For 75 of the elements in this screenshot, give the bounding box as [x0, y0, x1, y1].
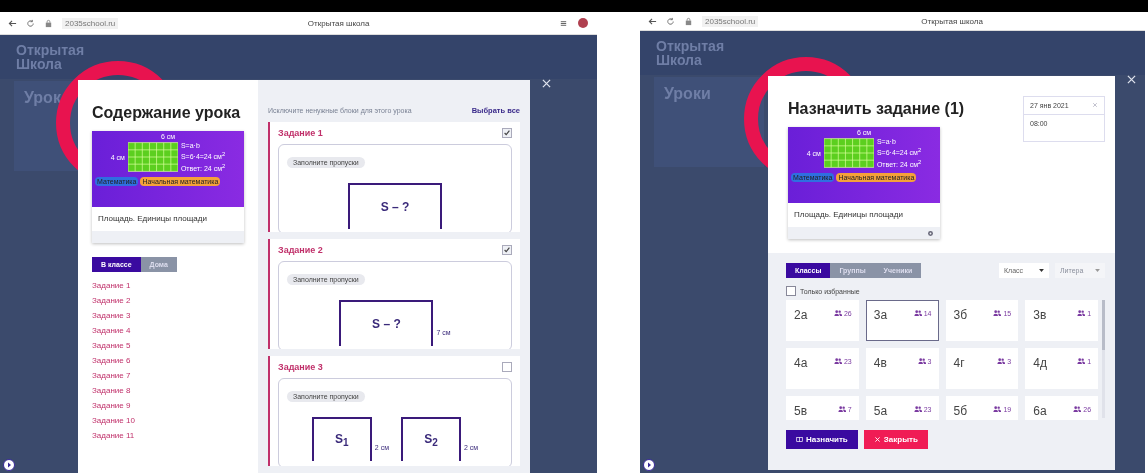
area-label: S – ?	[372, 317, 401, 331]
task-link[interactable]: Задание 8	[92, 386, 244, 395]
people-icon	[1077, 358, 1086, 364]
area-label: S$_{1}$	[335, 431, 349, 449]
modal-title: Назначить задание (1)	[788, 100, 965, 118]
caret-icon	[1095, 269, 1100, 272]
class-name: 3б	[953, 308, 969, 322]
checkbox[interactable]	[502, 245, 512, 255]
grid-drawing	[127, 140, 178, 174]
lesson-caption: Площадь. Единицы площади	[793, 209, 904, 221]
people-icon	[997, 358, 1006, 364]
task-link[interactable]: Задание 4	[92, 326, 244, 335]
task-link[interactable]: Задание 5	[92, 341, 244, 350]
class-name: 5а	[873, 404, 889, 418]
profile-icon[interactable]	[577, 17, 589, 29]
class-name: 5б	[953, 404, 969, 418]
class-name: 4а	[794, 356, 809, 370]
task-link[interactable]: Задание 9	[92, 401, 244, 410]
people-icon	[913, 406, 922, 412]
people-icon	[833, 310, 842, 316]
task-link[interactable]: Задание 10	[92, 416, 244, 425]
people-icon	[913, 310, 922, 316]
page-title: Открытая школа	[306, 18, 371, 28]
refresh-icon[interactable]	[26, 18, 35, 28]
settings-icon[interactable]	[927, 229, 934, 237]
close-button[interactable]: Закрыть	[863, 430, 928, 449]
class-name: 3а	[873, 308, 889, 322]
task-link[interactable]: Задание 11	[92, 431, 244, 440]
play-icon[interactable]	[643, 459, 655, 471]
close-icon[interactable]	[542, 79, 551, 88]
checkbox[interactable]	[502, 362, 512, 372]
class-name: 2а	[794, 308, 809, 322]
task-link[interactable]: Задание 3	[92, 311, 244, 320]
checkbox[interactable]	[502, 128, 512, 138]
class-name: 6а	[1033, 404, 1048, 418]
people-icon	[1073, 406, 1082, 412]
people-icon	[837, 406, 846, 412]
area-label: S – ?	[380, 200, 410, 214]
task-title: Задание 3	[278, 362, 323, 372]
lesson-caption: Площадь. Единицы площади	[97, 213, 208, 225]
task-link[interactable]: Задание 1	[92, 281, 244, 290]
back-icon[interactable]	[8, 18, 17, 28]
book-icon	[796, 436, 803, 443]
area-label: S$_{2}$	[424, 431, 438, 449]
class-name: 4г	[953, 356, 966, 370]
lock-icon	[44, 18, 53, 28]
class-name: 5в	[794, 404, 809, 418]
address-field[interactable]: 2035school.ru	[702, 15, 759, 27]
class-name: 4д	[1033, 356, 1048, 370]
checkbox[interactable]	[786, 286, 796, 296]
people-icon	[917, 358, 926, 364]
people-icon	[993, 310, 1002, 316]
task-title: Задание 2	[278, 245, 323, 255]
class-name: 4в	[873, 356, 888, 370]
task-title: Задание 1	[278, 128, 323, 138]
task-link[interactable]: Задание 2	[92, 296, 244, 305]
address-field[interactable]: 2035school.ru	[62, 17, 119, 29]
menu-icon[interactable]	[559, 18, 568, 28]
class-name: 3в	[1033, 308, 1048, 322]
close-icon	[873, 436, 881, 443]
people-icon	[993, 406, 1002, 412]
task-link[interactable]: Задание 7	[92, 371, 244, 380]
refresh-icon[interactable]	[666, 16, 675, 26]
page-title: Открытая школа	[920, 16, 984, 26]
caret-icon	[1039, 269, 1044, 272]
people-icon	[1077, 310, 1086, 316]
play-icon[interactable]	[3, 459, 15, 471]
modal-title: Содержание урока	[92, 104, 242, 122]
task-link[interactable]: Задание 6	[92, 356, 244, 365]
lock-icon	[684, 16, 693, 26]
back-icon[interactable]	[648, 16, 657, 26]
assign-button[interactable]: Назначить	[786, 430, 858, 449]
grid-drawing	[823, 136, 874, 170]
people-icon	[833, 358, 842, 364]
close-icon[interactable]	[1127, 75, 1136, 84]
